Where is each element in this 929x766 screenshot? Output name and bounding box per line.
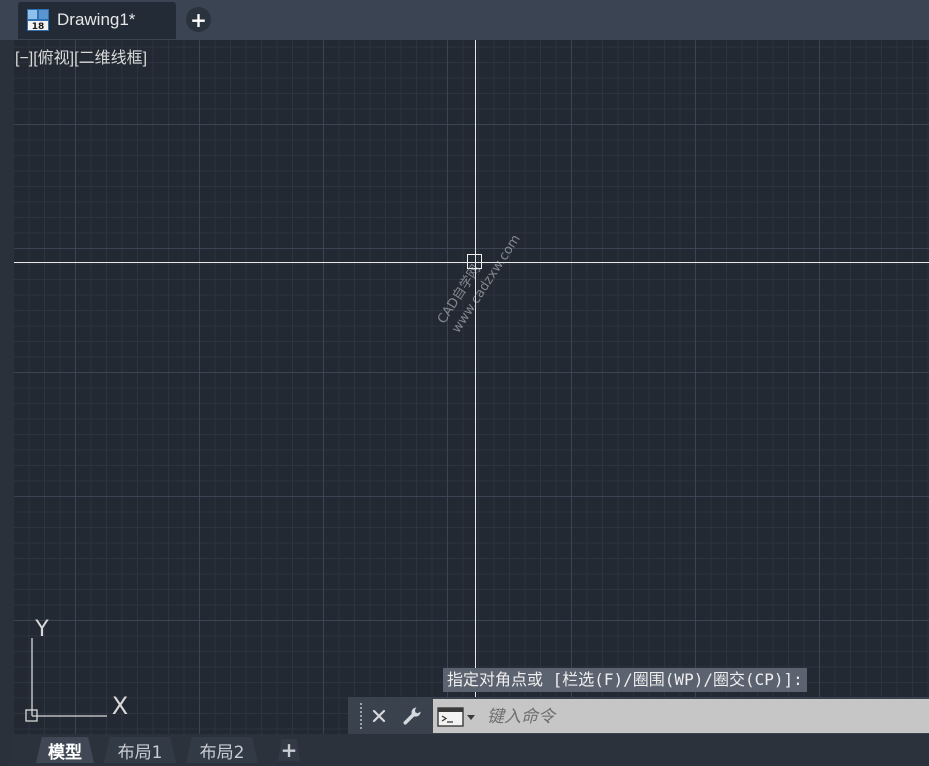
viewport-controls-label[interactable]: [−][俯视][二维线框] [15,44,147,68]
close-icon[interactable] [366,702,392,729]
document-tab-title: Drawing1* [57,9,136,29]
left-edge-strip [0,40,14,766]
tab-layout1[interactable]: 布局1 [104,737,176,763]
wrench-icon[interactable] [399,702,425,729]
ucs-x-label: X [112,692,128,720]
document-tab-drawing1[interactable]: 18 Drawing1* [18,2,176,39]
drawing-viewport[interactable]: [−][俯视][二维线框] CAD自学网 www.cadzxw.com [14,40,929,734]
crosshair-vertical [475,40,476,734]
command-line-bar [348,697,929,734]
watermark: CAD自学网 www.cadzxw.com [434,222,525,336]
tab-model[interactable]: 模型 [36,737,94,763]
command-history-icon[interactable] [437,707,477,727]
svg-text:18: 18 [32,22,45,31]
command-input-area[interactable] [433,699,929,733]
command-prompt-text: 指定对角点或 [栏选(F)/圈围(WP)/圈交(CP)]: [443,668,807,692]
file-tab-bar: 18 Drawing1* + [0,0,929,40]
new-tab-button[interactable]: + [186,7,211,32]
tab-layout2[interactable]: 布局2 [186,737,258,763]
ucs-icon: Y X [14,610,144,730]
autocad-18-icon: 18 [27,8,49,32]
layout-tab-bar: 模型 布局1 布局2 + [14,734,929,766]
ucs-y-label: Y [34,617,49,642]
command-input[interactable] [485,702,925,732]
drag-handle[interactable] [360,703,362,729]
add-layout-button[interactable]: + [278,739,300,761]
